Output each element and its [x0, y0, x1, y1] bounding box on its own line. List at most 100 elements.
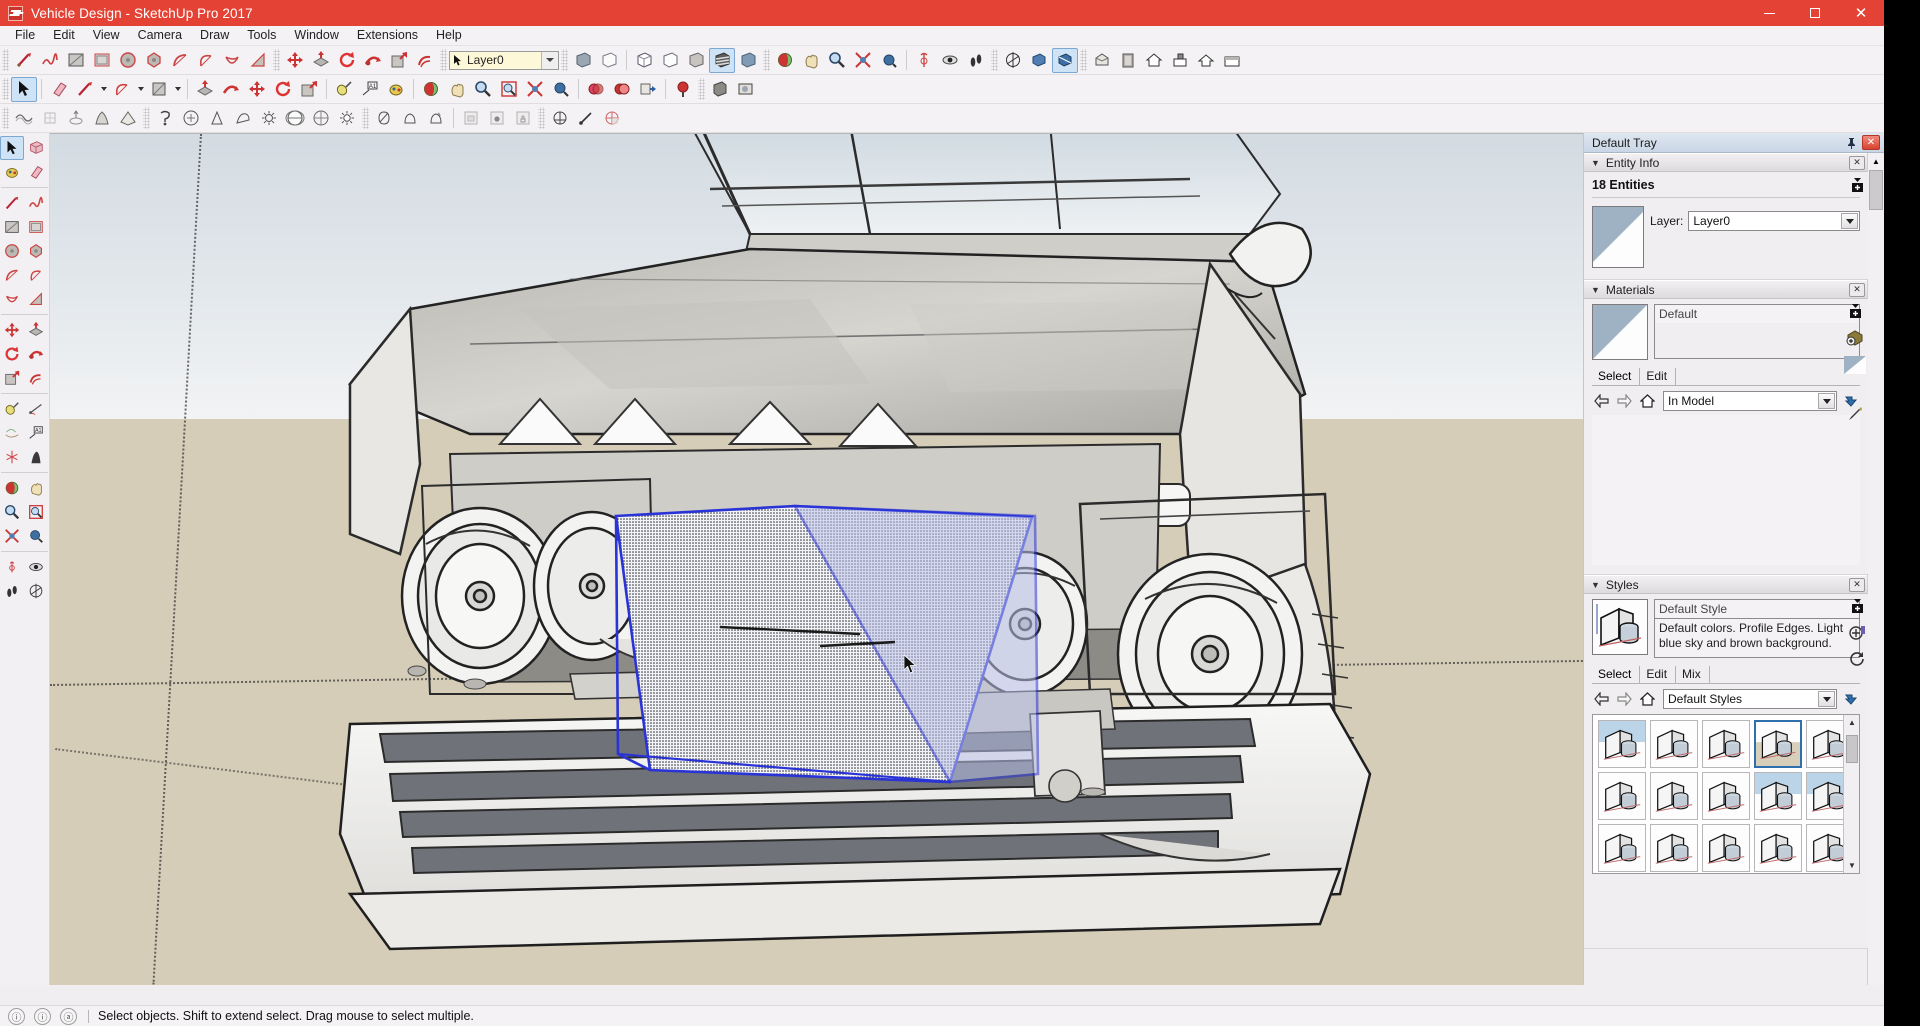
style-library-combo[interactable]: Default Styles — [1663, 689, 1837, 709]
style-thumb-1[interactable] — [1598, 720, 1646, 768]
account-icon[interactable]: ⓐ — [60, 1007, 77, 1025]
rotated-rectangle-tool-button[interactable] — [89, 48, 115, 73]
previous-view-button[interactable] — [548, 77, 574, 102]
followme-tool-button[interactable] — [360, 48, 386, 73]
materials-tab-select[interactable]: Select — [1592, 368, 1641, 385]
rectangle-tool-button[interactable] — [146, 77, 172, 102]
layer-combo[interactable]: Layer0 — [449, 50, 559, 70]
menu-draw[interactable]: Draw — [191, 27, 238, 45]
paint-bucket-tool-button[interactable] — [0, 160, 24, 184]
arc-tool-button[interactable] — [109, 77, 135, 102]
rectangle-tool-button[interactable] — [0, 215, 24, 239]
toolbar-grip[interactable] — [143, 107, 150, 129]
section-plane-tool-button[interactable] — [24, 579, 48, 603]
materials-tab-edit[interactable]: Edit — [1640, 368, 1677, 385]
tray-scrollbar[interactable]: ▲ — [1867, 153, 1884, 985]
polygon-tool-button[interactable] — [141, 48, 167, 73]
zoom-tool-button[interactable] — [0, 500, 24, 524]
home-icon[interactable] — [1638, 392, 1656, 410]
component-library-button[interactable] — [1115, 48, 1141, 73]
style-grid-scrollbar[interactable]: ▲ ▼ — [1843, 715, 1859, 873]
toolbar-grip[interactable] — [362, 107, 369, 129]
home-icon[interactable] — [1638, 690, 1656, 708]
axes-tool-button[interactable] — [573, 106, 599, 131]
rotate-tool-button[interactable] — [0, 342, 24, 366]
display-section-cuts-button[interactable] — [1052, 47, 1078, 73]
expand-collapse-icon[interactable] — [1851, 599, 1864, 617]
make-component-tool-button[interactable] — [24, 136, 48, 160]
pushpull-tool-button[interactable] — [24, 318, 48, 342]
styles-close-button[interactable]: ✕ — [1849, 577, 1865, 592]
materials-header[interactable]: ▼ Materials ✕ — [1584, 280, 1868, 299]
chevron-down-icon[interactable] — [1818, 393, 1835, 409]
style-thumb-11[interactable] — [1598, 824, 1646, 872]
3d-warehouse-button[interactable] — [1089, 48, 1115, 73]
pushpull-tool-button[interactable] — [308, 48, 334, 73]
scale-tool-button[interactable] — [0, 366, 24, 390]
style-thumb-4[interactable] — [1754, 720, 1802, 768]
menu-tools[interactable]: Tools — [238, 27, 285, 45]
current-style-thumbnail[interactable] — [1592, 599, 1648, 655]
menu-file[interactable]: File — [6, 27, 44, 45]
move-tool-button[interactable] — [0, 318, 24, 342]
photo-match-button[interactable] — [371, 106, 397, 131]
toolbar-grip[interactable] — [440, 49, 447, 71]
scale-tool-button[interactable] — [296, 77, 322, 102]
zoom-extents-tool-button[interactable] — [522, 77, 548, 102]
dimension-tool-button[interactable]: A1 — [357, 77, 383, 102]
two-point-arc-tool-button[interactable] — [193, 48, 219, 73]
sandbox-tool-button[interactable] — [670, 77, 696, 102]
menu-edit[interactable]: Edit — [44, 27, 84, 45]
scrollbar-thumb[interactable] — [1869, 170, 1883, 210]
scrollbar-thumb[interactable] — [1846, 735, 1858, 763]
solid-tools-union-button[interactable] — [609, 77, 635, 102]
entity-info-close-button[interactable]: ✕ — [1849, 155, 1865, 170]
forward-arrow-icon[interactable] — [1615, 392, 1633, 410]
rotated-rectangle-tool-button[interactable] — [24, 215, 48, 239]
create-material-icon[interactable] — [1846, 329, 1864, 349]
solid-tools-intersect-button[interactable] — [635, 77, 661, 102]
toolbar-grip[interactable] — [2, 78, 9, 100]
offset-tool-button[interactable] — [24, 366, 48, 390]
solid-tools-outer-shell-button[interactable] — [583, 77, 609, 102]
arc-tool-dropdown[interactable] — [135, 77, 146, 102]
back-arrow-icon[interactable] — [1592, 392, 1610, 410]
zoom-extents-button[interactable] — [850, 48, 876, 73]
pin-icon[interactable] — [1843, 135, 1859, 151]
toolbar-grip[interactable] — [273, 49, 280, 71]
style-wireframe-button[interactable] — [596, 48, 622, 73]
pan-tool-button[interactable] — [24, 476, 48, 500]
style-shaded-textures-button[interactable] — [709, 47, 735, 73]
orbit-tool-button[interactable] — [772, 48, 798, 73]
look-around-tool-button[interactable] — [24, 555, 48, 579]
view-front-button[interactable] — [683, 48, 709, 73]
material-swatch-library[interactable] — [1592, 415, 1860, 565]
chevron-down-icon[interactable] — [1818, 691, 1835, 707]
style-thumb-9[interactable] — [1754, 772, 1802, 820]
style-xray-button[interactable] — [570, 48, 596, 73]
walk-tool-button[interactable] — [0, 579, 24, 603]
tray-close-button[interactable]: ✕ — [1862, 135, 1880, 150]
view-iso-button[interactable] — [631, 48, 657, 73]
forward-arrow-icon[interactable] — [1615, 690, 1633, 708]
styles-tab-select[interactable]: Select — [1592, 666, 1641, 683]
model-viewport[interactable]: RRCG 人人素材 — [50, 133, 1583, 985]
rectangle-tool-dropdown[interactable] — [172, 77, 183, 102]
sandbox-from-contours-button[interactable] — [11, 106, 37, 131]
chevron-down-icon[interactable] — [1841, 213, 1858, 229]
sandbox-drape-button[interactable] — [115, 106, 141, 131]
photo-match-button[interactable] — [707, 77, 733, 102]
followme-tool-button[interactable] — [218, 77, 244, 102]
shadow-settings-button[interactable] — [256, 106, 282, 131]
eraser-tool-button[interactable] — [24, 160, 48, 184]
circle-tool-button[interactable] — [0, 239, 24, 263]
rectangle-tool-button[interactable] — [63, 48, 89, 73]
layer-lock-1-button[interactable] — [458, 106, 484, 131]
line-tool-button[interactable] — [0, 191, 24, 215]
dynamic-component-interact-button[interactable] — [152, 106, 178, 131]
arc-tool-button[interactable] — [0, 263, 24, 287]
axes-tool-button[interactable] — [0, 421, 24, 445]
layer-lock-3-button[interactable] — [510, 106, 536, 131]
menu-help[interactable]: Help — [427, 27, 471, 45]
display-section-planes-button[interactable] — [1026, 48, 1052, 73]
